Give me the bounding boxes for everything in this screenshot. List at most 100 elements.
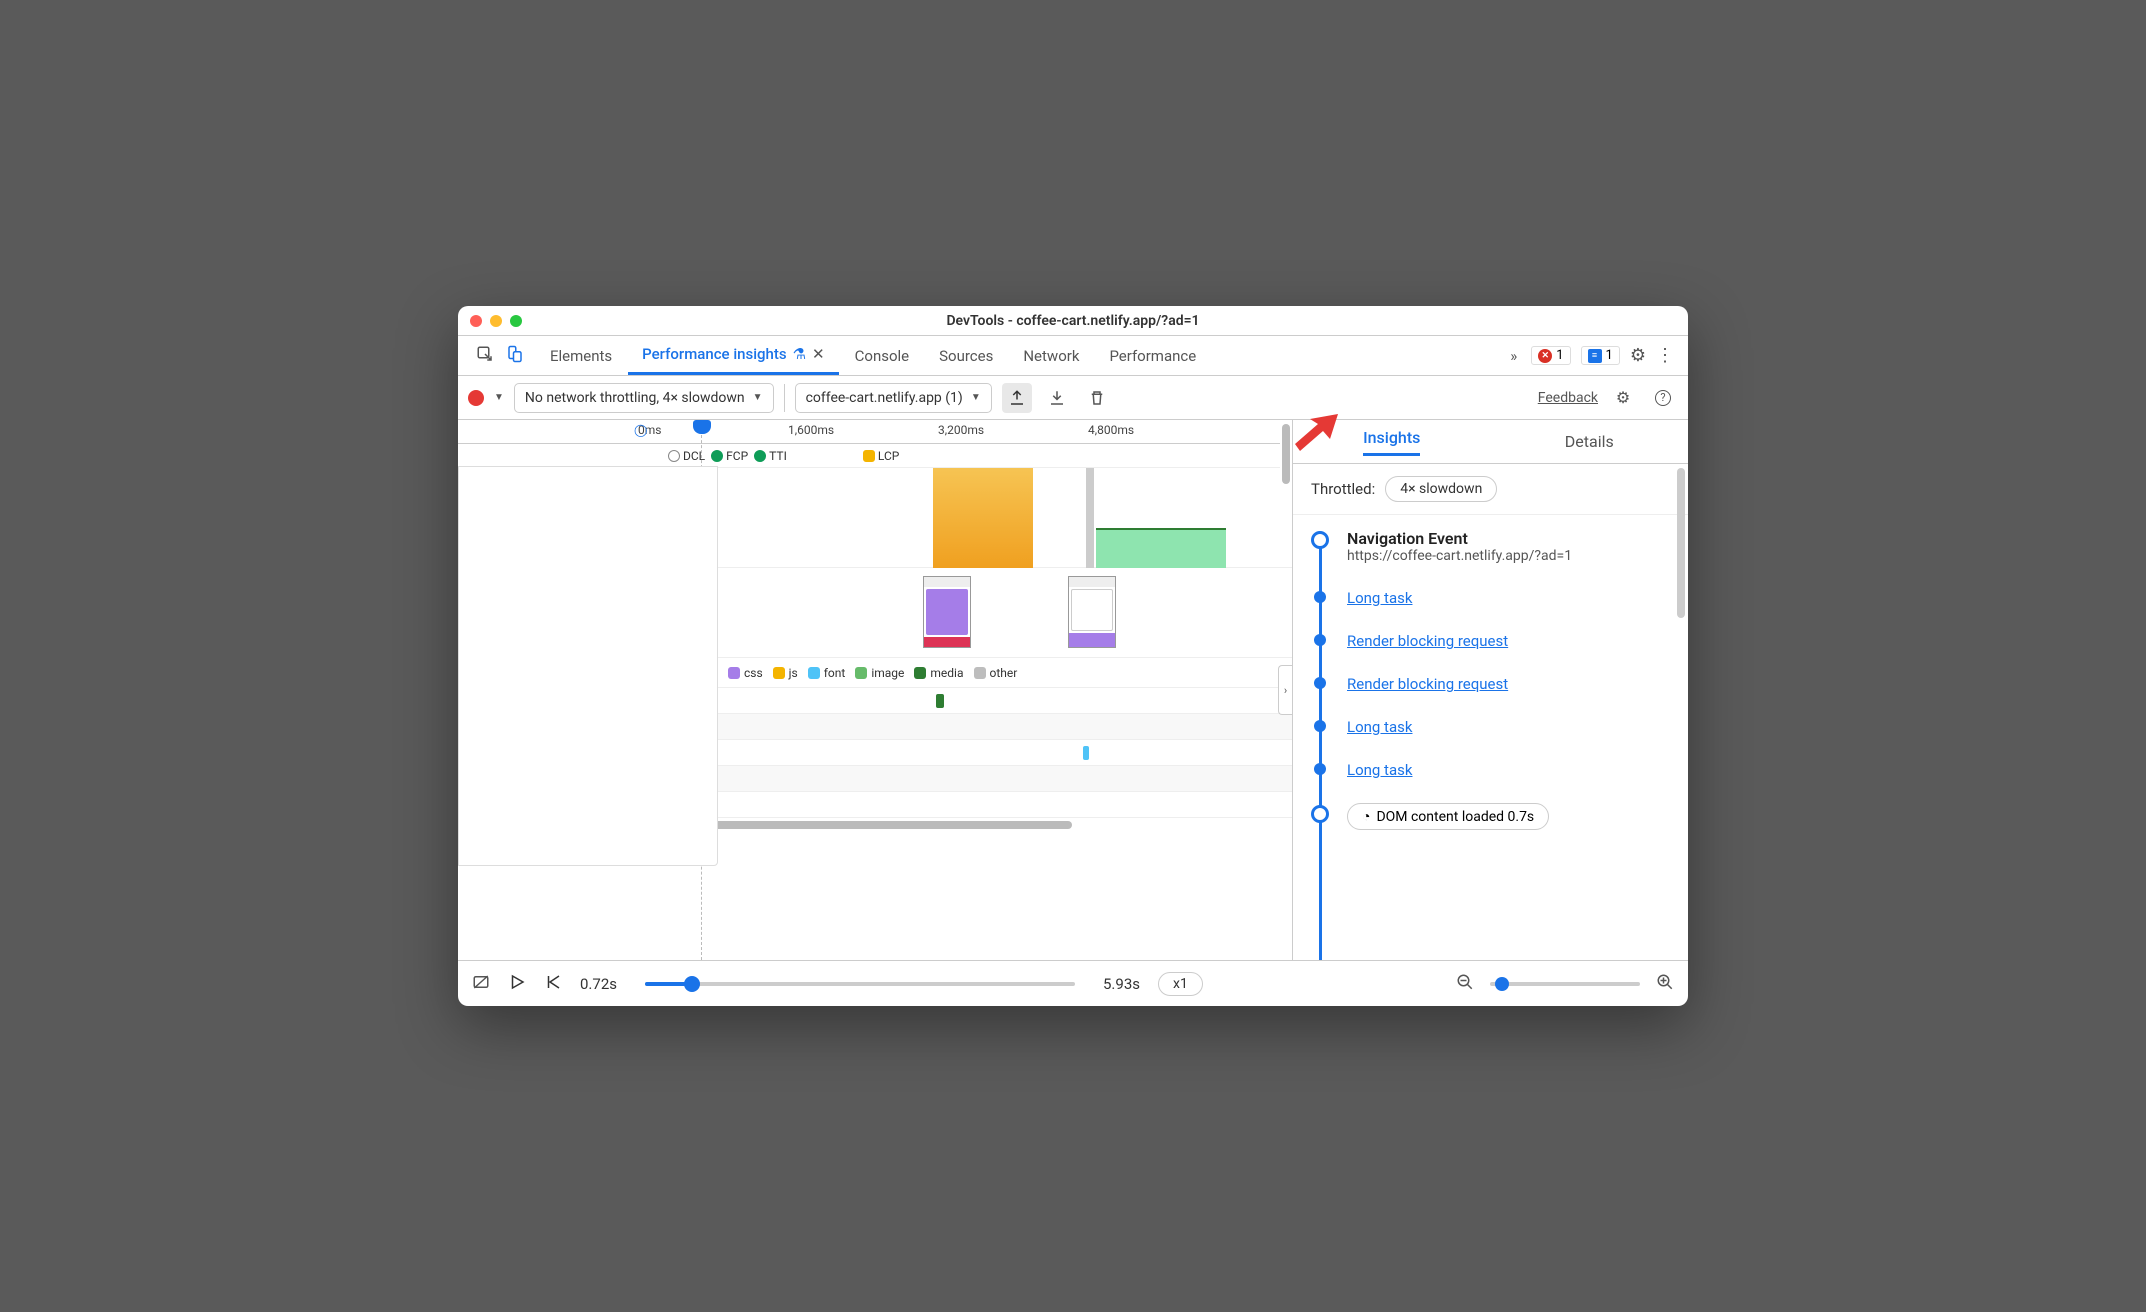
help-icon[interactable]: ? [1648, 383, 1678, 413]
marker-tti[interactable]: TTI [754, 449, 787, 463]
timeline-node-icon [1311, 531, 1329, 549]
insight-item[interactable]: Long task [1311, 717, 1670, 736]
main-tabs: Elements Performance insights ⚗ ✕ Consol… [458, 336, 1688, 376]
content-area: 0ms 1,600ms 3,200ms 4,800ms ◯ DCL FCP TT… [458, 420, 1688, 960]
settings-gear-icon[interactable]: ⚙ [1630, 345, 1646, 366]
legend-js[interactable]: js [773, 666, 798, 680]
more-menu-icon[interactable]: ⋮ [1656, 345, 1674, 366]
timeline-node-icon [1311, 805, 1329, 823]
insight-dom-content-loaded[interactable]: ◔ DOM content loaded 0.7s [1311, 803, 1670, 830]
devtools-window: DevTools - coffee-cart.netlify.app/?ad=1… [458, 306, 1688, 1006]
ruler-tick: 4,800ms [1088, 423, 1134, 437]
marker-fcp[interactable]: FCP [711, 449, 748, 463]
legend-image[interactable]: image [855, 666, 904, 680]
panel-settings-icon[interactable]: ⚙ [1608, 383, 1638, 413]
expand-sidebar-button[interactable]: › [1278, 665, 1292, 715]
issues-count: 1 [1606, 348, 1613, 363]
timeline-pane[interactable]: 0ms 1,600ms 3,200ms 4,800ms ◯ DCL FCP TT… [458, 420, 1293, 960]
insight-link[interactable]: Render blocking request [1347, 632, 1508, 650]
time-slider[interactable] [645, 982, 1075, 986]
maximize-window-button[interactable] [510, 315, 522, 327]
tab-network[interactable]: Network [1009, 336, 1093, 375]
insight-link[interactable]: Long task [1347, 589, 1412, 607]
overview-block[interactable] [1096, 528, 1226, 568]
insights-tabs: Insights Details [1293, 420, 1688, 464]
record-button[interactable] [468, 390, 484, 406]
insights-pane: Insights Details Throttled: 4× slowdown … [1293, 420, 1688, 960]
filmstrip-thumb[interactable] [923, 576, 971, 648]
tab-console[interactable]: Console [841, 336, 924, 375]
ruler-tick: 1,600ms [788, 423, 834, 437]
insight-url: https://coffee-cart.netlify.app/?ad=1 [1347, 548, 1670, 564]
tab-elements[interactable]: Elements [536, 336, 626, 375]
insight-item[interactable]: Long task [1311, 760, 1670, 779]
playback-speed-pill[interactable]: x1 [1158, 972, 1203, 996]
vertical-scrollbar[interactable] [1676, 466, 1686, 866]
tab-performance-insights[interactable]: Performance insights ⚗ ✕ [628, 336, 838, 375]
tab-details[interactable]: Details [1491, 420, 1689, 463]
throttled-pill[interactable]: 4× slowdown [1385, 476, 1497, 502]
insight-link[interactable]: Long task [1347, 761, 1412, 779]
insight-link[interactable]: Long task [1347, 718, 1412, 736]
traffic-lights [470, 315, 522, 327]
overview-block [1086, 468, 1094, 568]
ruler-tick: 3,200ms [938, 423, 984, 437]
playhead-ring-icon: ◯ [634, 423, 647, 437]
marker-dcl[interactable]: DCL [668, 449, 705, 463]
record-dropdown-caret[interactable]: ▼ [494, 392, 504, 403]
insights-toolbar: ▼ No network throttling, 4× slowdown ▼ c… [458, 376, 1688, 420]
titlebar: DevTools - coffee-cart.netlify.app/?ad=1 [458, 306, 1688, 336]
insight-item[interactable]: Render blocking request [1311, 674, 1670, 693]
tab-insights[interactable]: Insights [1293, 420, 1491, 463]
insight-title: Navigation Event [1347, 529, 1670, 548]
insights-list[interactable]: Navigation Event https://coffee-cart.net… [1293, 515, 1688, 960]
lcp-block[interactable] [933, 468, 1033, 568]
minimize-window-button[interactable] [490, 315, 502, 327]
rewind-button[interactable] [544, 973, 562, 995]
recording-label: coffee-cart.netlify.app (1) [806, 390, 963, 406]
tabs-overflow-button[interactable]: » [1506, 347, 1521, 365]
legend-other[interactable]: other [974, 666, 1018, 680]
tab-performance[interactable]: Performance [1095, 336, 1210, 375]
insight-navigation-event[interactable]: Navigation Event https://coffee-cart.net… [1311, 529, 1670, 564]
throttling-label: No network throttling, 4× slowdown [525, 390, 745, 406]
close-window-button[interactable] [470, 315, 482, 327]
time-ruler[interactable]: 0ms 1,600ms 3,200ms 4,800ms [458, 420, 1292, 444]
export-button[interactable] [1002, 383, 1032, 413]
insight-label: DOM content loaded 0.7s [1376, 809, 1534, 825]
time-end-label: 5.93s [1103, 975, 1140, 993]
filmstrip-thumb[interactable] [1068, 576, 1116, 648]
throttling-dropdown[interactable]: No network throttling, 4× slowdown ▼ [514, 383, 774, 413]
inspect-icon[interactable] [476, 345, 494, 367]
zoom-in-icon[interactable] [1656, 973, 1674, 995]
delete-button[interactable] [1082, 383, 1112, 413]
zoom-slider[interactable] [1490, 982, 1640, 986]
insight-item[interactable]: Render blocking request [1311, 631, 1670, 650]
legend-media[interactable]: media [914, 666, 963, 680]
time-start-label: 0.72s [580, 975, 617, 993]
import-button[interactable] [1042, 383, 1072, 413]
recording-dropdown[interactable]: coffee-cart.netlify.app (1) ▼ [795, 383, 992, 413]
toggle-screenshot-icon[interactable] [472, 973, 490, 995]
clock-icon: ◔ [1362, 808, 1370, 825]
vertical-scrollbar[interactable] [1280, 420, 1292, 540]
marker-lcp[interactable]: LCP [863, 449, 899, 463]
window-title: DevTools - coffee-cart.netlify.app/?ad=1 [470, 313, 1676, 329]
device-toggle-icon[interactable] [506, 345, 524, 367]
filmstrip-preview-popup [458, 466, 718, 866]
chevron-down-icon: ▼ [971, 392, 981, 403]
feedback-link[interactable]: Feedback [1538, 390, 1598, 406]
play-button[interactable] [508, 973, 526, 995]
metrics-markers: ◯ DCL FCP TTI LCP [458, 444, 1292, 468]
error-badge[interactable]: ✕1 [1531, 346, 1570, 365]
insight-item[interactable]: Long task [1311, 588, 1670, 607]
close-tab-icon[interactable]: ✕ [812, 345, 825, 363]
legend-css[interactable]: css [728, 666, 763, 680]
legend-font[interactable]: font [808, 666, 846, 680]
insight-link[interactable]: Render blocking request [1347, 675, 1508, 693]
throttled-row: Throttled: 4× slowdown [1293, 464, 1688, 515]
issues-badge[interactable]: ≡1 [1581, 346, 1620, 365]
zoom-out-icon[interactable] [1456, 973, 1474, 995]
tab-sources[interactable]: Sources [925, 336, 1007, 375]
divider [784, 384, 785, 412]
